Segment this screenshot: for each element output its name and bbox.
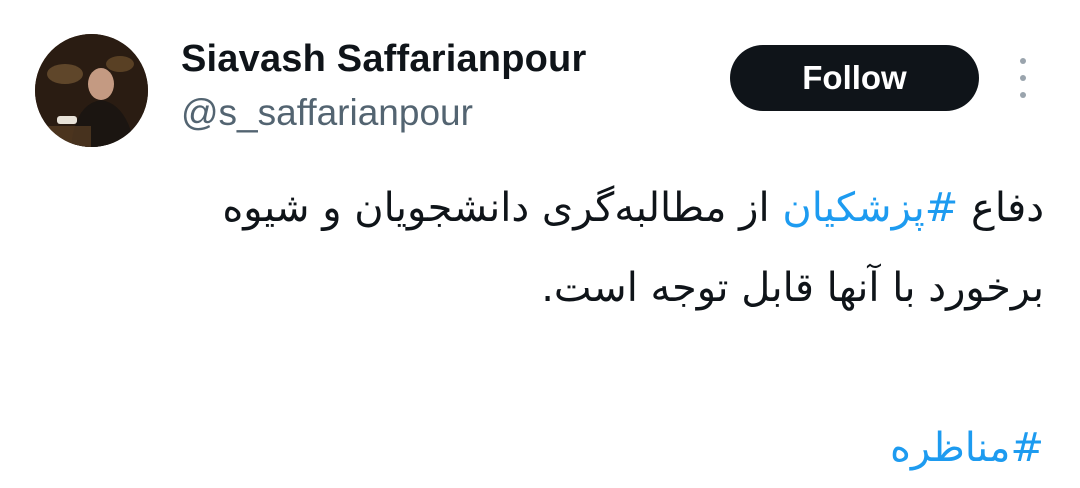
more-icon[interactable] <box>1010 58 1036 98</box>
tweet-line-1: دفاع #پزشکیان از مطالبه‌گری دانشجویان و … <box>124 168 1044 248</box>
profile-photo <box>35 34 148 147</box>
author-handle[interactable]: @s_saffarianpour <box>181 92 473 134</box>
more-dot <box>1020 75 1026 81</box>
hashtag-link[interactable]: #پزشکیان <box>782 185 958 231</box>
author-name[interactable]: Siavash Saffarianpour <box>181 38 586 81</box>
tweet-text-segment: از مطالبه‌گری دانشجویان و شیوه <box>222 185 783 231</box>
hashtag-link[interactable]: #مناظره <box>890 425 1044 471</box>
more-dot <box>1020 92 1026 98</box>
tweet-line-3: #مناظره <box>124 408 1044 488</box>
more-dot <box>1020 58 1026 64</box>
tweet-text-segment: دفاع <box>958 185 1044 231</box>
tweet-line-2: برخورد با آنها قابل توجه است. <box>541 265 1044 311</box>
avatar[interactable] <box>35 34 148 147</box>
follow-button[interactable]: Follow <box>730 45 979 111</box>
tweet-text: دفاع #پزشکیان از مطالبه‌گری دانشجویان و … <box>124 168 1044 488</box>
